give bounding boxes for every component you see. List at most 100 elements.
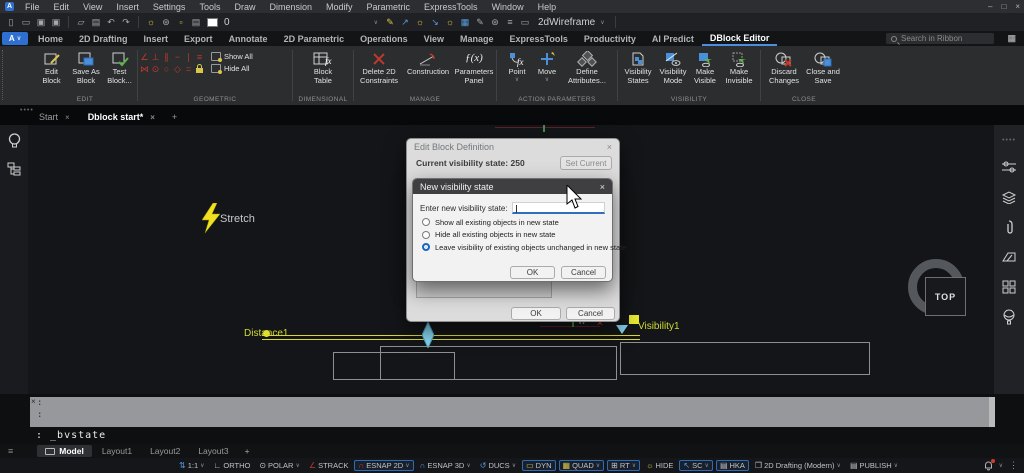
minimize-icon[interactable]: – xyxy=(988,0,992,13)
tab-insert[interactable]: Insert xyxy=(136,31,177,46)
tab-dblock-editor[interactable]: DBlock Editor xyxy=(702,31,778,46)
tab-expresstools[interactable]: ExpressTools xyxy=(502,31,576,46)
esnap-3d-toggle[interactable]: ∩ ESNAP 3D ∨ xyxy=(417,460,474,471)
layer-on-icon[interactable]: ☼ xyxy=(145,14,157,30)
constraint-icon[interactable]: ⋈ xyxy=(139,63,150,75)
annotation-icon[interactable]: ✎ xyxy=(474,14,486,30)
menu-window[interactable]: Window xyxy=(485,2,531,12)
layout-tab-layout2[interactable]: Layout2 xyxy=(142,445,188,457)
block-outline[interactable] xyxy=(620,342,870,375)
block-outline[interactable] xyxy=(380,346,617,380)
adjust-icon[interactable]: ≡ xyxy=(504,14,516,30)
constraint-icon[interactable]: ⊙ xyxy=(150,63,161,75)
new-drawing-icon[interactable]: ▯ xyxy=(5,14,17,30)
command-input[interactable]: : _bvstate xyxy=(36,430,106,441)
visibility-parameter-label[interactable]: Visibility1 xyxy=(638,321,680,332)
close-icon[interactable]: × xyxy=(607,142,612,152)
command-history[interactable]: : : xyxy=(30,397,995,427)
radio-icon[interactable] xyxy=(422,231,430,239)
stylus-icon[interactable]: ✎ xyxy=(384,14,396,30)
layer-lock-icon[interactable]: ▫ xyxy=(175,14,187,30)
close-command-history-icon[interactable]: × xyxy=(31,397,36,406)
esnap-2d-toggle[interactable]: ∩ ESNAP 2D ∨ xyxy=(354,460,413,471)
move-button[interactable]: Move ∨ xyxy=(532,49,562,84)
delete-2d-constraints-button[interactable]: Delete 2D Constraints xyxy=(355,49,403,85)
layer-dropdown[interactable]: 0 ∨ xyxy=(221,17,381,28)
stretch-lightning-icon[interactable] xyxy=(200,203,222,233)
hka-toggle[interactable]: ▤ HKA xyxy=(716,460,749,471)
menu-parametric[interactable]: Parametric xyxy=(360,2,418,12)
structure-tree-icon[interactable] xyxy=(6,161,22,177)
constraint-icon[interactable]: ∠ xyxy=(139,51,150,63)
set-current-button[interactable]: Set Current xyxy=(560,156,612,170)
render-light-icon[interactable] xyxy=(1001,309,1017,325)
new-tab-button[interactable]: + xyxy=(164,109,185,125)
visual-style-dropdown[interactable]: 2dWireframe ∨ xyxy=(534,17,609,28)
close-and-save-button[interactable]: Close and Save xyxy=(803,49,843,85)
layout-tab-layout3[interactable]: Layout3 xyxy=(190,445,236,457)
tab-ai-predict[interactable]: AI Predict xyxy=(644,31,702,46)
ortho-toggle[interactable]: ∟ ORTHO xyxy=(211,460,254,471)
tips-lightbulb-icon[interactable] xyxy=(6,133,22,149)
preview-icon[interactable]: ▤ xyxy=(90,14,102,30)
layer-plot-icon[interactable]: ▤ xyxy=(190,14,202,30)
visibility-states-list[interactable] xyxy=(416,281,552,298)
command-history-scrollbar[interactable] xyxy=(989,397,995,427)
layer-settings-icon[interactable]: ⊛ xyxy=(160,14,172,30)
edit-block-button[interactable]: Edit Block xyxy=(35,49,68,85)
dyn-toggle[interactable]: ▭ DYN xyxy=(522,460,555,471)
dimension-line[interactable] xyxy=(262,335,640,336)
layout-tab-layout1[interactable]: Layout1 xyxy=(94,445,140,457)
polar-toggle[interactable]: ⊙ POLAR ∨ xyxy=(256,460,303,471)
undo-icon[interactable]: ↶ xyxy=(105,14,117,30)
block-table-button[interactable]: fx Block Table xyxy=(305,49,341,85)
new-state-name-input[interactable] xyxy=(512,202,605,214)
menu-draw[interactable]: Draw xyxy=(227,2,262,12)
point-button[interactable]: fx Point ∨ xyxy=(502,49,532,84)
constraint-icon[interactable]: ≡ xyxy=(194,51,205,63)
layout-menu-icon[interactable]: ≡ xyxy=(8,446,13,456)
save-icon[interactable]: ▣ xyxy=(35,14,47,30)
constraint-icon[interactable]: − xyxy=(172,51,183,63)
constraint-icon[interactable]: ∣ xyxy=(183,51,194,63)
constraint-icon[interactable]: = xyxy=(183,63,194,75)
constraint-icon[interactable]: ○ xyxy=(161,63,172,75)
select-similar-icon[interactable]: ↗ xyxy=(399,14,411,30)
parameter-grip-dot[interactable] xyxy=(263,330,270,337)
structure-table-icon[interactable]: ▦ xyxy=(459,14,471,30)
menu-tools[interactable]: Tools xyxy=(192,2,227,12)
dialog-title-bar[interactable]: Edit Block Definition × xyxy=(407,139,619,154)
components-grid-icon[interactable] xyxy=(1001,279,1017,295)
make-visible-button[interactable]: Make Visible xyxy=(690,49,720,85)
discard-changes-button[interactable]: Discard Changes xyxy=(765,49,803,85)
tab-operations[interactable]: Operations xyxy=(352,31,416,46)
search-in-ribbon-input[interactable]: Search in Ribbon xyxy=(886,33,994,44)
construction-button[interactable]: Construction xyxy=(403,49,453,77)
make-invisible-button[interactable]: Make Invisible xyxy=(720,49,758,85)
menu-file[interactable]: File xyxy=(18,2,47,12)
rt-toggle[interactable]: ⊞ RT ∨ xyxy=(607,460,640,471)
option-leave-unchanged[interactable]: Leave visibility of existing objects unc… xyxy=(413,239,612,252)
menu-help[interactable]: Help xyxy=(531,2,564,12)
chevron-down-icon[interactable]: ∨ xyxy=(999,462,1003,469)
workspace-switcher[interactable]: ❒ 2D Drafting (Modern) ∨ xyxy=(752,460,844,471)
show-all-button[interactable]: Show All xyxy=(211,52,253,61)
tab-2d-parametric[interactable]: 2D Parametric xyxy=(276,31,353,46)
close-icon[interactable]: × xyxy=(600,182,605,192)
ducs-toggle[interactable]: ↺ DUCS ∨ xyxy=(477,460,519,471)
notifications-bell-icon[interactable] xyxy=(984,461,993,471)
tab-productivity[interactable]: Productivity xyxy=(576,31,644,46)
quad-toggle[interactable]: ▦ QUAD ∨ xyxy=(559,460,605,471)
menu-modify[interactable]: Modify xyxy=(319,2,360,12)
strack-toggle[interactable]: ∠ STRACK xyxy=(306,460,352,471)
restore-icon[interactable]: □ xyxy=(1001,0,1006,13)
annotation-scale-toggle[interactable]: ⇅ 1:1 ∨ xyxy=(176,460,208,471)
menu-settings[interactable]: Settings xyxy=(146,2,193,12)
ok-button[interactable]: OK xyxy=(510,266,555,279)
parameters-panel-button[interactable]: ƒ(x) Parameters Panel xyxy=(453,49,495,85)
layers-icon[interactable] xyxy=(1001,189,1017,205)
menu-edit[interactable]: Edit xyxy=(47,2,77,12)
isolate-objects-icon[interactable]: ☼ xyxy=(414,14,426,30)
constraint-icon[interactable]: ∥ xyxy=(161,51,172,63)
hide-objects-icon[interactable]: ↘ xyxy=(429,14,441,30)
